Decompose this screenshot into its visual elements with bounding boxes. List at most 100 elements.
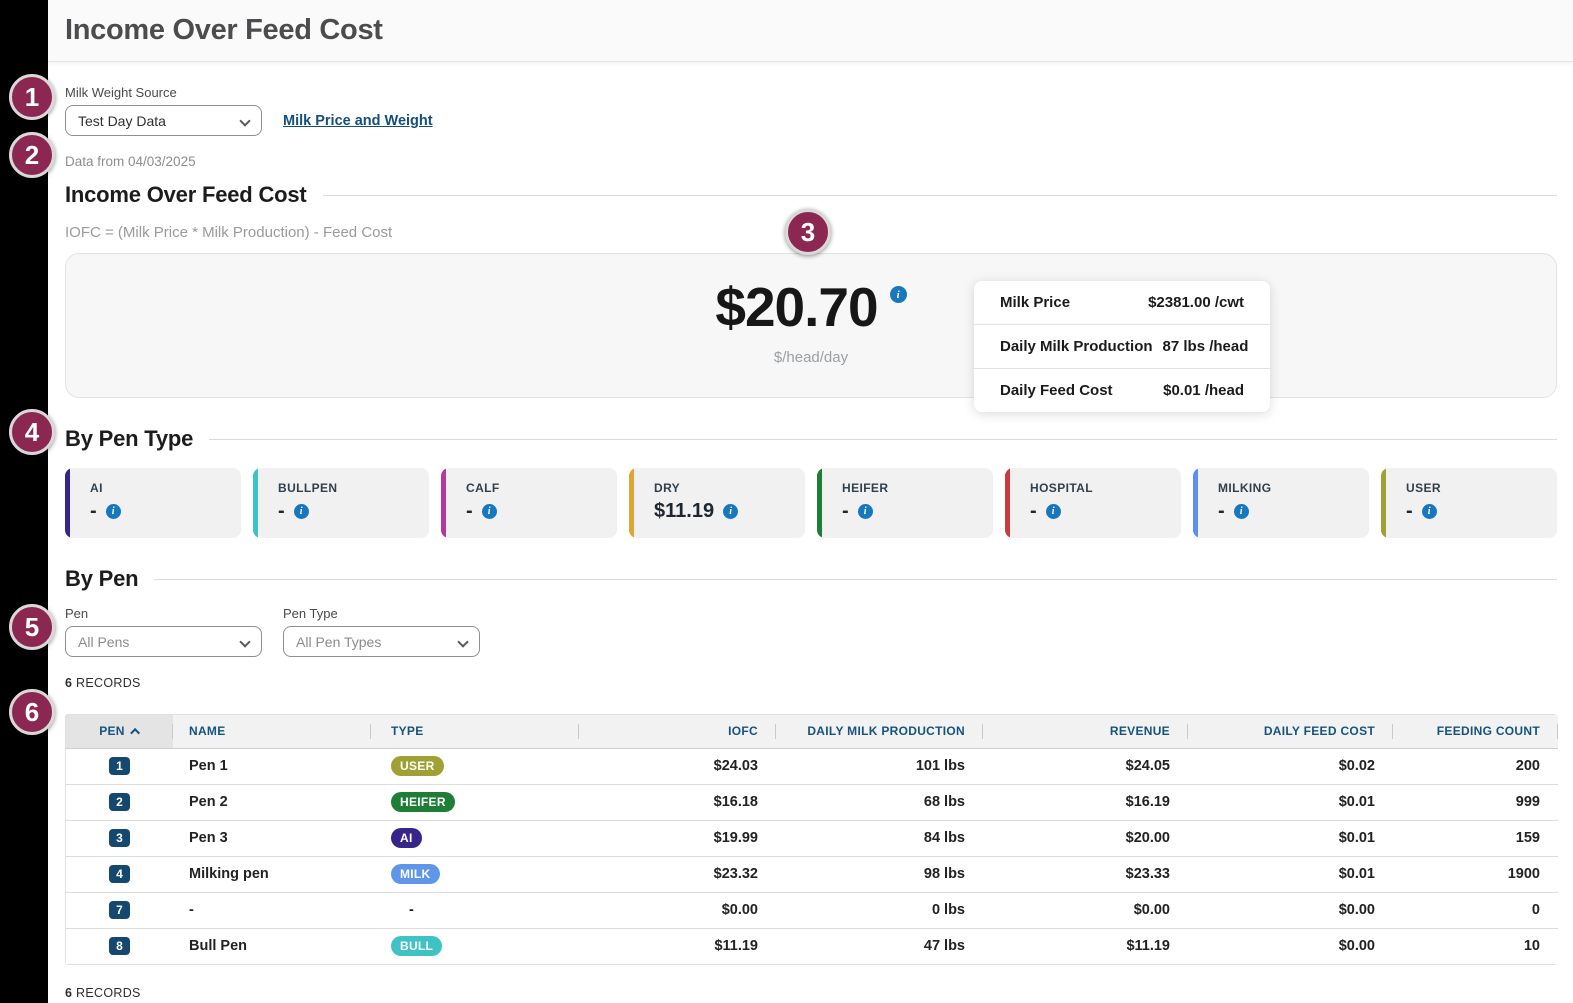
iofc-unit: $/head/day [774,349,848,366]
milk-weight-source-group: Milk Weight Source Test Day Data Milk Pr… [65,85,1557,136]
pen-type-card-value: - [466,500,473,523]
pen-type-card: DRY $11.19 [629,468,805,538]
iofc-cell: $11.19 [579,928,776,964]
pen-type-card-label: MILKING [1218,481,1361,495]
column-header-iofc[interactable]: IOFC [579,715,776,748]
feeding-count-cell: 159 [1393,820,1558,856]
pen-type-card-label: AI [90,481,233,495]
annotation-circle-5: 5 [9,604,55,650]
info-icon[interactable] [858,504,873,519]
pen-type-card-value: - [842,500,849,523]
sort-ascending-icon [130,728,140,738]
tooltip-row-milk-price: Milk Price $2381.00 /cwt [974,281,1270,324]
pen-type-card-label: DRY [654,481,797,495]
annotation-circle-3: 3 [785,209,831,255]
data-from-text: Data from 04/03/2025 [65,154,1557,169]
column-header-daily-feed-cost[interactable]: DAILY FEED COST [1188,715,1393,748]
column-header-name[interactable]: NAME [173,715,371,748]
card-accent-bar [817,468,822,538]
app-header: Income Over Feed Cost [48,0,1573,62]
pen-type-filter-select[interactable]: All Pen Types [283,626,480,657]
pen-type-card-label: HOSPITAL [1030,481,1173,495]
pen-type-card-label: USER [1406,481,1549,495]
pen-type-card: HEIFER - [817,468,993,538]
pen-number-badge: 8 [109,937,130,955]
pen-type-card: USER - [1381,468,1557,538]
feeding-count-cell: 1900 [1393,856,1558,892]
by-pen-filters: Pen All Pens Pen Type All Pen Types [65,606,1557,657]
pen-number-badge: 2 [109,793,130,811]
pen-type-badge: AI [391,828,422,848]
milk-weight-source-label: Milk Weight Source [65,85,262,100]
info-icon[interactable] [482,504,497,519]
column-header-revenue[interactable]: REVENUE [983,715,1188,748]
card-accent-bar [1381,468,1386,538]
pen-type-card: MILKING - [1193,468,1369,538]
by-pen-section-heading: By Pen [65,566,1557,592]
card-accent-bar [629,468,634,538]
pen-number-badge: 3 [109,829,130,847]
info-icon[interactable] [1046,504,1061,519]
card-accent-bar [1193,468,1198,538]
column-header-type[interactable]: TYPE [371,715,579,748]
records-count-bottom: 6 RECORDS [65,986,1557,1000]
pen-type-card: BULLPEN - [253,468,429,538]
card-accent-bar [253,468,258,538]
feeding-count-cell: 0 [1393,892,1558,928]
pen-name-cell: Pen 3 [173,820,371,856]
table-row: 3 Pen 3 AI $19.99 84 lbs $20.00 $0.01 15… [66,820,1558,856]
pen-type-card-value: - [90,500,97,523]
table-row: 4 Milking pen MILK $23.32 98 lbs $23.33 … [66,856,1558,892]
pen-type-dash: - [409,902,414,918]
pen-type-badge [391,908,409,914]
pen-type-card-label: CALF [466,481,609,495]
card-accent-bar [65,468,70,538]
annotation-circle-6: 6 [9,689,55,735]
pen-number-badge: 4 [109,865,130,883]
daily-milk-production-cell: 101 lbs [776,748,983,784]
milk-price-and-weight-link[interactable]: Milk Price and Weight [283,113,433,136]
info-icon[interactable] [723,504,738,519]
column-header-feeding-count[interactable]: FEEDING COUNT [1393,715,1558,748]
pen-type-card-value: $11.19 [654,500,714,523]
info-icon[interactable] [106,504,121,519]
table-row: 2 Pen 2 HEIFER $16.18 68 lbs $16.19 $0.0… [66,784,1558,820]
pen-type-badge: MILK [391,864,440,884]
by-pen-type-section-heading: By Pen Type [65,426,1557,452]
chevron-down-icon [239,115,250,126]
pen-type-card-value: - [1030,500,1037,523]
info-icon[interactable] [1422,504,1437,519]
pen-filter-select[interactable]: All Pens [65,626,262,657]
pen-type-card: CALF - [441,468,617,538]
iofc-cell: $19.99 [579,820,776,856]
revenue-cell: $20.00 [983,820,1188,856]
info-icon[interactable] [890,286,907,303]
pen-type-card-value: - [1218,500,1225,523]
iofc-section-heading: Income Over Feed Cost [65,182,1557,208]
card-accent-bar [441,468,446,538]
info-icon[interactable] [1234,504,1249,519]
daily-feed-cost-cell: $0.00 [1188,892,1393,928]
table-header-row: PEN NAME TYPE IOFC DAILY MILK PRODUCTION… [66,715,1558,748]
info-icon[interactable] [294,504,309,519]
revenue-cell: $0.00 [983,892,1188,928]
pen-type-card-label: BULLPEN [278,481,421,495]
revenue-cell: $23.33 [983,856,1188,892]
pen-name-cell: Milking pen [173,856,371,892]
column-header-pen[interactable]: PEN [66,715,173,748]
tooltip-row-daily-milk-production: Daily Milk Production 87 lbs /head [974,324,1270,368]
daily-milk-production-cell: 0 lbs [776,892,983,928]
daily-milk-production-cell: 98 lbs [776,856,983,892]
iofc-cell: $23.32 [579,856,776,892]
daily-milk-production-cell: 84 lbs [776,820,983,856]
pen-number-badge: 7 [109,901,130,919]
table-row: 7 - - $0.00 0 lbs $0.00 $0.00 0 [66,892,1558,928]
card-accent-bar [1005,468,1010,538]
column-header-daily-milk-production[interactable]: DAILY MILK PRODUCTION [776,715,983,748]
pen-name-cell: - [173,892,371,928]
chevron-down-icon [457,636,468,647]
iofc-value: $20.70 [715,280,877,335]
milk-weight-source-select[interactable]: Test Day Data [65,105,262,136]
milk-weight-source-value: Test Day Data [78,113,166,129]
feeding-count-cell: 999 [1393,784,1558,820]
